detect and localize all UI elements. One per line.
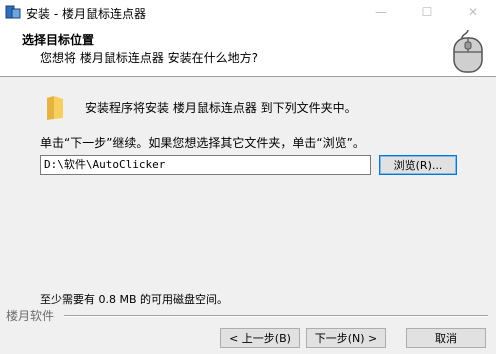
install-path-input[interactable]: D:\软件\AutoClicker [40, 155, 371, 175]
page-subtitle: 您想将 楼月鼠标连点器 安装在什么地方? [40, 51, 258, 65]
folder-icon [47, 96, 63, 120]
cancel-button[interactable]: 取消 [406, 328, 486, 348]
disk-space-text: 至少需要有 0.8 MB 的可用磁盘空间。 [40, 293, 229, 306]
page-title: 选择目标位置 [22, 33, 95, 47]
maximize-button[interactable]: ☐ [404, 0, 450, 24]
title-bar: 安装 - 楼月鼠标连点器 — ☐ ✕ [0, 0, 496, 25]
minimize-button[interactable]: — [358, 0, 404, 24]
brand-label: 楼月软件 [6, 309, 55, 323]
close-button[interactable]: ✕ [450, 0, 496, 24]
back-button[interactable]: < 上一步(B) [220, 328, 300, 348]
installer-icon [5, 5, 21, 19]
install-info-text: 安装程序将安装 楼月鼠标连点器 到下列文件夹中。 [85, 101, 357, 115]
wizard-body: 安装程序将安装 楼月鼠标连点器 到下列文件夹中。 单击“下一步”继续。如果您想选… [0, 77, 496, 307]
window-title: 安装 - 楼月鼠标连点器 [26, 7, 146, 21]
wizard-header: 选择目标位置 您想将 楼月鼠标连点器 安装在什么地方? [0, 24, 496, 77]
footer-divider [64, 315, 488, 317]
next-button[interactable]: 下一步(N) > [306, 328, 386, 348]
mouse-icon [453, 29, 483, 73]
browse-button[interactable]: 浏览(R)... [379, 155, 457, 175]
instruction-text: 单击“下一步”继续。如果您想选择其它文件夹，单击“浏览”。 [40, 136, 365, 150]
